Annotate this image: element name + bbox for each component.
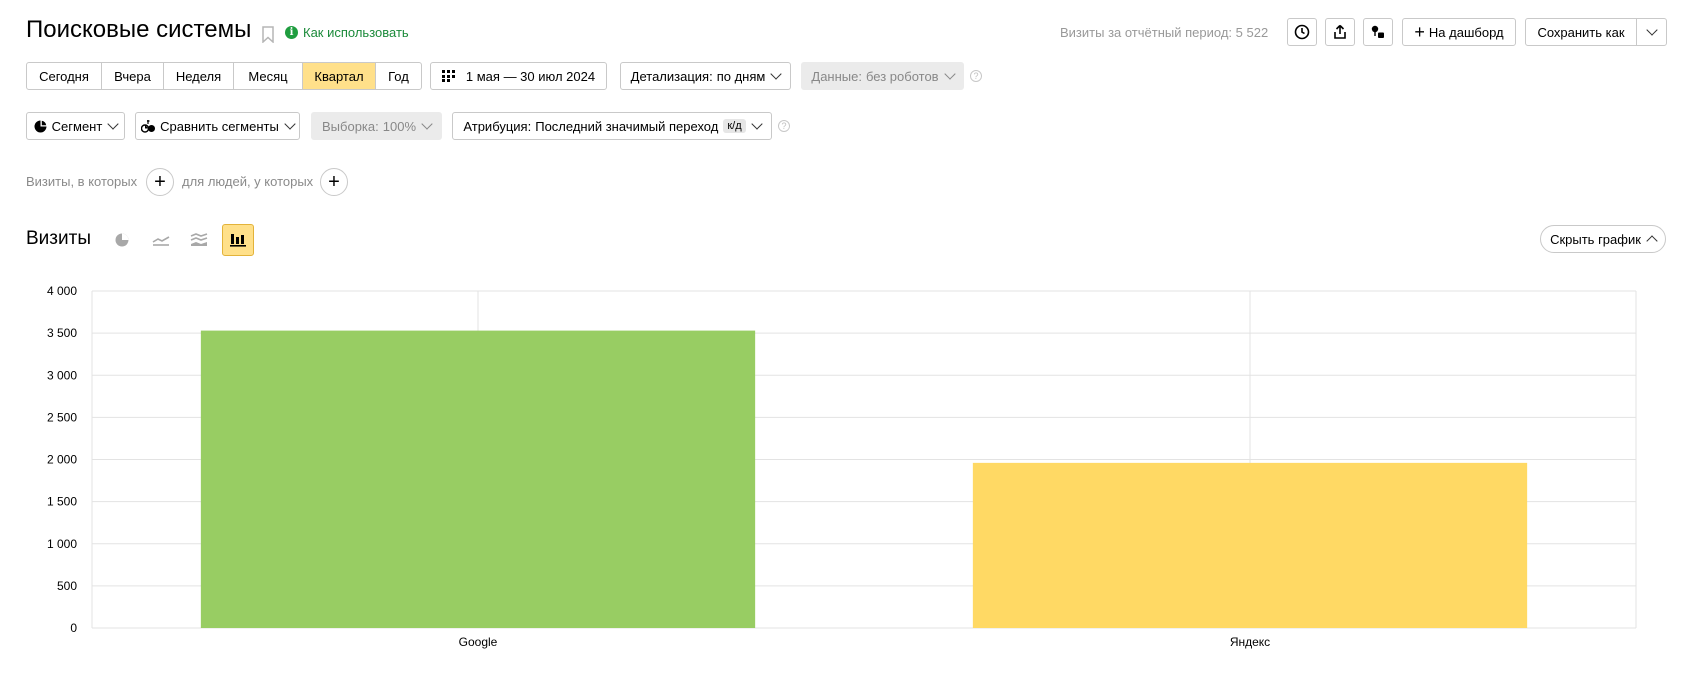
pie-segment-icon	[34, 120, 47, 132]
y-tick-label: 2 000	[47, 453, 77, 467]
line-chart-icon	[152, 236, 170, 246]
bar-chart-view-button[interactable]	[222, 224, 254, 256]
y-tick-label: 1 500	[47, 495, 77, 509]
sample-label: Выборка:	[322, 118, 379, 134]
date-range-picker[interactable]: 1 мая — 30 июл 2024	[430, 62, 607, 90]
period-selector: Сегодня Вчера Неделя Месяц Квартал Год	[26, 62, 422, 90]
how-to-use-label: Как использовать	[303, 25, 409, 40]
line-chart-view-button[interactable]	[145, 224, 177, 256]
bar	[200, 330, 756, 628]
period-today-button[interactable]: Сегодня	[27, 63, 102, 89]
help-icon[interactable]: ?	[970, 70, 982, 82]
share-icon	[1334, 24, 1346, 39]
y-tick-label: 500	[57, 579, 77, 593]
period-week-button[interactable]: Неделя	[164, 63, 234, 89]
chevron-down-icon	[284, 118, 296, 130]
attribution-dropdown[interactable]: Атрибуция: Последний значимый переход к/…	[452, 112, 772, 140]
hide-chart-label: Скрыть график	[1550, 231, 1641, 247]
visits-period-label: Визиты за отчётный период:	[1060, 25, 1233, 40]
chevron-down-icon	[421, 118, 433, 130]
visits-period-total: Визиты за отчётный период: 5 522	[1060, 25, 1268, 40]
compare-segments-label: Сравнить сегменты	[160, 118, 279, 134]
compare-segments-dropdown[interactable]: Сравнить сегменты	[135, 112, 300, 140]
pie-chart-icon	[115, 233, 129, 247]
visits-where-label: Визиты, в которых	[26, 174, 138, 189]
add-people-condition-button[interactable]: +	[320, 168, 348, 196]
x-tick-label: Яндекс	[1230, 635, 1270, 649]
segment-dropdown[interactable]: Сегмент	[26, 112, 125, 140]
sample-dropdown[interactable]: Выборка: 100%	[311, 112, 442, 140]
x-tick-label: Google	[459, 635, 498, 649]
people-where-label: для людей, у которых	[182, 174, 314, 189]
bookmark-icon[interactable]	[262, 26, 274, 43]
calendar-icon	[441, 70, 455, 82]
stacked-area-icon	[190, 233, 208, 246]
export-button[interactable]	[1325, 18, 1355, 46]
detail-dropdown[interactable]: Детализация: по дням	[620, 62, 791, 90]
data-filter-label: Данные:	[811, 68, 862, 84]
to-dashboard-button[interactable]: + На дашборд	[1402, 18, 1516, 46]
bar-chart-icon	[230, 234, 246, 247]
chevron-down-icon	[107, 118, 119, 130]
help-icon[interactable]: ?	[778, 120, 790, 132]
attribution-label: Атрибуция:	[463, 118, 532, 134]
page-title: Поисковые системы	[26, 16, 252, 43]
period-quarter-button[interactable]: Квартал	[303, 63, 376, 89]
data-filter-dropdown[interactable]: Данные: без роботов	[801, 62, 964, 90]
y-tick-label: 1 000	[47, 537, 77, 551]
chevron-up-icon	[1646, 235, 1658, 247]
sample-value: 100%	[382, 118, 416, 134]
segment-label: Сегмент	[51, 118, 103, 134]
chart-section-title: Визиты	[26, 228, 91, 249]
save-as-label: Сохранить как	[1537, 24, 1625, 40]
chevron-down-icon	[1645, 24, 1658, 36]
reports-icon	[1371, 25, 1384, 38]
plus-icon: +	[1414, 22, 1425, 42]
chevron-down-icon	[770, 68, 782, 80]
hide-chart-button[interactable]: Скрыть график	[1540, 225, 1666, 253]
detail-value: по дням	[716, 68, 766, 84]
bar	[972, 462, 1528, 628]
history-button[interactable]	[1287, 18, 1317, 46]
how-to-use-link[interactable]: i Как использовать	[285, 25, 409, 40]
attribution-badge: к/д	[723, 119, 746, 133]
period-month-button[interactable]: Месяц	[234, 63, 303, 89]
compare-icon	[141, 119, 156, 133]
y-tick-label: 0	[70, 621, 77, 635]
save-as-button[interactable]: Сохранить как	[1525, 18, 1637, 46]
info-icon: i	[285, 26, 298, 39]
y-tick-label: 3 500	[47, 326, 77, 340]
y-tick-label: 4 000	[47, 284, 77, 298]
attribution-value: Последний значимый переход	[535, 118, 719, 134]
y-tick-label: 2 500	[47, 410, 77, 424]
y-tick-label: 3 000	[47, 368, 77, 382]
visits-period-value: 5 522	[1235, 25, 1269, 40]
save-as-dropdown-button[interactable]	[1636, 18, 1667, 46]
date-range-label: 1 мая — 30 июл 2024	[465, 68, 596, 84]
data-filter-value: без роботов	[865, 68, 939, 84]
visits-bar-chart: 0 500 1 000 1 500 2 000 2 500 3 000 3 500 4 000 G…	[47, 284, 1637, 649]
add-visit-condition-button[interactable]: +	[146, 168, 174, 196]
detail-label: Детализация:	[630, 68, 713, 84]
chevron-down-icon	[750, 118, 763, 130]
pie-chart-view-button[interactable]	[106, 224, 138, 256]
chevron-down-icon	[943, 68, 956, 80]
area-chart-view-button[interactable]	[183, 224, 215, 256]
to-dashboard-label: На дашборд	[1428, 24, 1504, 40]
clock-icon	[1294, 24, 1310, 40]
subscribe-button[interactable]	[1363, 18, 1393, 46]
period-yesterday-button[interactable]: Вчера	[102, 63, 164, 89]
period-year-button[interactable]: Год	[376, 63, 421, 89]
